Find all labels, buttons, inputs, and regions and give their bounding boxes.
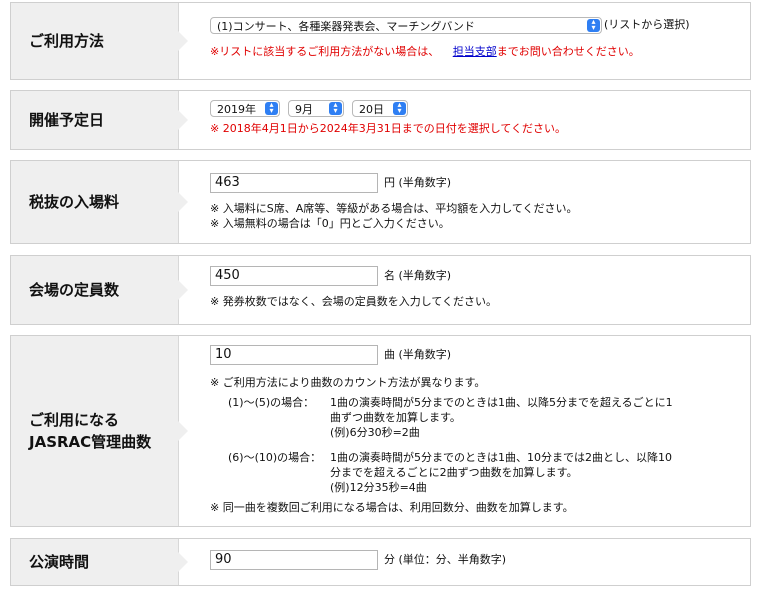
branch-link[interactable]: 担当支部 [453,45,497,58]
capacity-arrow [178,279,189,301]
fee-note-2: ※ 入場無料の場合は「0」円とご入力ください。 [210,217,450,230]
capacity-note: ※ 発券枚数ではなく、会場の定員数を入力してください。 [210,295,498,308]
case1-title: (1)～(5)の場合： [228,396,315,409]
songs-unit: 曲 (半角数字) [384,348,452,361]
usage-label: ご利用方法 [29,32,105,50]
usage-label-cell: ご利用方法 [11,3,179,79]
usage-select-hint: (リストから選択) [604,18,690,31]
select-chevron-icon: ▴ ▾ [265,101,278,115]
songs-label: ご利用になる JASRAC管理曲数 [29,411,152,451]
songs-arrow [178,420,189,442]
duration-arrow [178,551,189,573]
fee-label: 税抜の入場料 [29,193,120,211]
case1-line2: 曲ずつ曲数を加算します。 [330,411,461,424]
duration-label-cell: 公演時間 [11,539,179,585]
date-label-cell: 開催予定日 [11,91,179,149]
duration-input[interactable]: 90 [210,550,378,570]
songs-row: ご利用になる JASRAC管理曲数 10 曲 (半角数字) ※ ご利用方法により… [10,335,751,527]
duration-label: 公演時間 [29,553,90,571]
usage-select-value: (1)コンサート、各種楽器発表会、マーチングバンド [217,20,475,33]
capacity-label-cell: 会場の定員数 [11,256,179,324]
duration-unit: 分 (単位：分、半角数字) [384,553,507,566]
month-select[interactable]: 9月 ▴ ▾ [288,100,344,117]
fee-note-1: ※ 入場料にS席、A席等、等級がある場合は、平均額を入力してください。 [210,202,578,215]
usage-select[interactable]: (1)コンサート、各種楽器発表会、マーチングバンド ▴ ▾ [210,17,602,34]
case1-line3: (例)6分30秒=2曲 [330,426,420,439]
duration-row: 公演時間 90 分 (単位：分、半角数字) [10,538,751,586]
fee-input[interactable]: 463 [210,173,378,193]
case2-title: (6)～(10)の場合： [228,451,322,464]
capacity-unit: 名 (半角数字) [384,269,452,282]
date-row: 開催予定日 2019年 ▴ ▾ 9月 ▴ ▾ 20日 ▴ ▾ ※ 2018年4月1日か… [10,90,751,150]
case2-line1: 1曲の演奏時間が5分までのときは1曲、10分までは2曲とし、以降10 [330,451,672,464]
songs-input[interactable]: 10 [210,345,378,365]
capacity-row: 会場の定員数 450 名 (半角数字) ※ 発券枚数ではなく、会場の定員数を入力… [10,255,751,325]
songs-label-cell: ご利用になる JASRAC管理曲数 [11,336,179,526]
capacity-label: 会場の定員数 [29,281,120,299]
case2-line2: 分までを超えるごとに2曲ずつ曲数を加算します。 [330,466,578,479]
date-label: 開催予定日 [29,111,105,129]
songs-note-intro: ※ ご利用方法により曲数のカウント方法が異なります。 [210,376,486,389]
day-select[interactable]: 20日 ▴ ▾ [352,100,408,117]
fee-label-cell: 税抜の入場料 [11,161,179,243]
date-note: ※ 2018年4月1日から2024年3月31日までの日付を選択してください。 [210,122,567,135]
fee-arrow [178,191,189,213]
select-chevron-icon: ▴ ▾ [587,18,600,32]
select-chevron-icon: ▴ ▾ [393,101,406,115]
case1-line1: 1曲の演奏時間が5分までのときは1曲、以降5分までを超えるごとに1 [330,396,673,409]
capacity-input[interactable]: 450 [210,266,378,286]
case2-line3: (例)12分35秒=4曲 [330,481,427,494]
year-select[interactable]: 2019年 ▴ ▾ [210,100,280,117]
usage-row: ご利用方法 (1)コンサート、各種楽器発表会、マーチングバンド ▴ ▾ (リストか… [10,2,751,80]
date-arrow [178,109,189,131]
usage-note: ※リストに該当するご利用方法がない場合は、 担当支部までお問い合わせください。 [210,45,640,58]
fee-unit: 円 (半角数字) [384,176,452,189]
select-chevron-icon: ▴ ▾ [329,101,342,115]
fee-row: 税抜の入場料 463 円 (半角数字) ※ 入場料にS席、A席等、等級がある場合… [10,160,751,244]
songs-note-end: ※ 同一曲を複数回ご利用になる場合は、利用回数分、曲数を加算します。 [210,501,574,514]
usage-arrow [178,30,189,52]
